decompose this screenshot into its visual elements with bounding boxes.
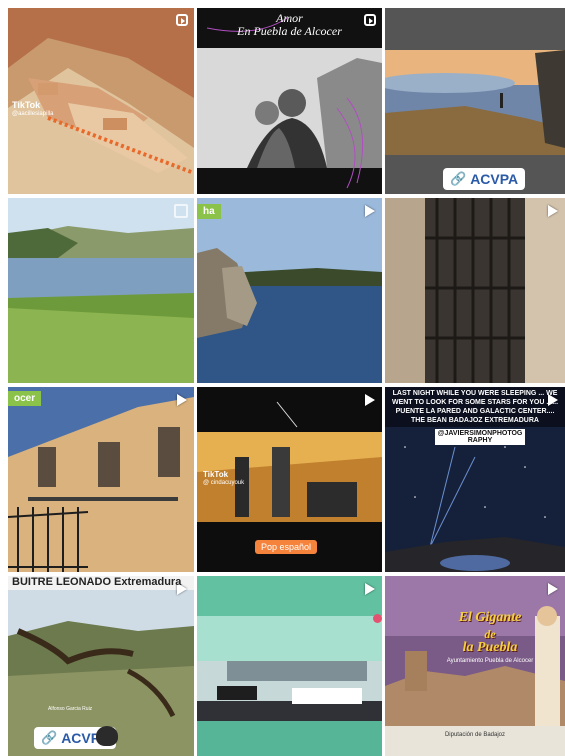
grid-tile-2[interactable]: Amor En Puebla de Alcocer [197,8,382,194]
grid-tile-3[interactable]: 🔗 ACVPA [385,8,565,194]
tile-title: El Gigante [458,610,522,625]
video-icon [365,394,375,406]
reservoir-photo [197,198,382,383]
grid-tile-8[interactable]: TikTok @ cindacuyouk Pop español [197,387,382,572]
glitch-photo [197,576,382,756]
tile-subtitle: En Puebla de Alcocer [237,24,342,38]
grid-tile-11[interactable] [197,576,382,756]
badge-label: ACVPA [470,171,519,187]
grid-tile-9[interactable]: LAST NIGHT WHILE YOU WERE SLEEPING ... W… [385,387,565,572]
tiktok-handle: @ cindacuyouk [203,480,245,486]
media-grid: TikTok @aacillesiapilla Amor En Puebla d… [0,0,565,756]
link-icon: 🔗 [41,730,58,745]
video-icon [365,205,375,217]
corner-tag: ha [197,204,221,219]
video-icon [548,583,558,595]
link-icon: 🔗 [450,171,467,186]
window-photo [385,198,565,383]
grid-tile-7[interactable]: ocer [8,387,194,572]
video-icon [365,583,375,595]
tile-title-puebla: la Puebla [462,640,518,655]
carousel-icon [174,204,188,218]
reel-icon [176,14,188,26]
overlay-text: LAST NIGHT WHILE YOU WERE SLEEPING ... W… [391,390,559,424]
grid-tile-1[interactable]: TikTok @aacillesiapilla [8,8,194,194]
video-icon [548,205,558,217]
grid-tile-5[interactable]: ha [197,198,382,383]
video-icon [177,394,187,406]
building-photo [8,387,194,572]
castle-illustration [385,576,565,756]
grid-tile-6[interactable] [385,198,565,383]
tile-footer: Diputación de Badajoz [444,732,506,738]
grid-tile-10[interactable]: BUITRE LEONADO Extremadura Alfonso Garci… [8,576,194,756]
grid-tile-4[interactable] [8,198,194,383]
photographer-handle: @JAVIERSIMONPHOTOGRAPHY [435,429,525,445]
cliff-photo [385,8,565,194]
grid-tile-12[interactable]: El Gigante de la Puebla Ayuntamiento Pue… [385,576,565,756]
photo-watermark: Alfonso Garcia Ruiz [48,706,93,712]
vulture-mascot-icon [96,726,118,746]
acvpa-badge: 🔗 ACVPA [443,168,526,190]
tiktok-label: TikTok [203,470,229,479]
tiktok-label: TikTok [12,100,41,110]
video-headline: BUITRE LEONADO Extremadura [12,576,182,588]
tiktok-handle: @aacillesiapilla [12,111,54,117]
record-dot-icon [373,614,382,623]
corner-tag: ocer [8,391,42,406]
lake-photo [8,198,194,383]
tile-subtitle: Ayuntamiento Puebla de Alcocer [446,658,534,664]
caption-badge: Pop español [255,540,318,554]
